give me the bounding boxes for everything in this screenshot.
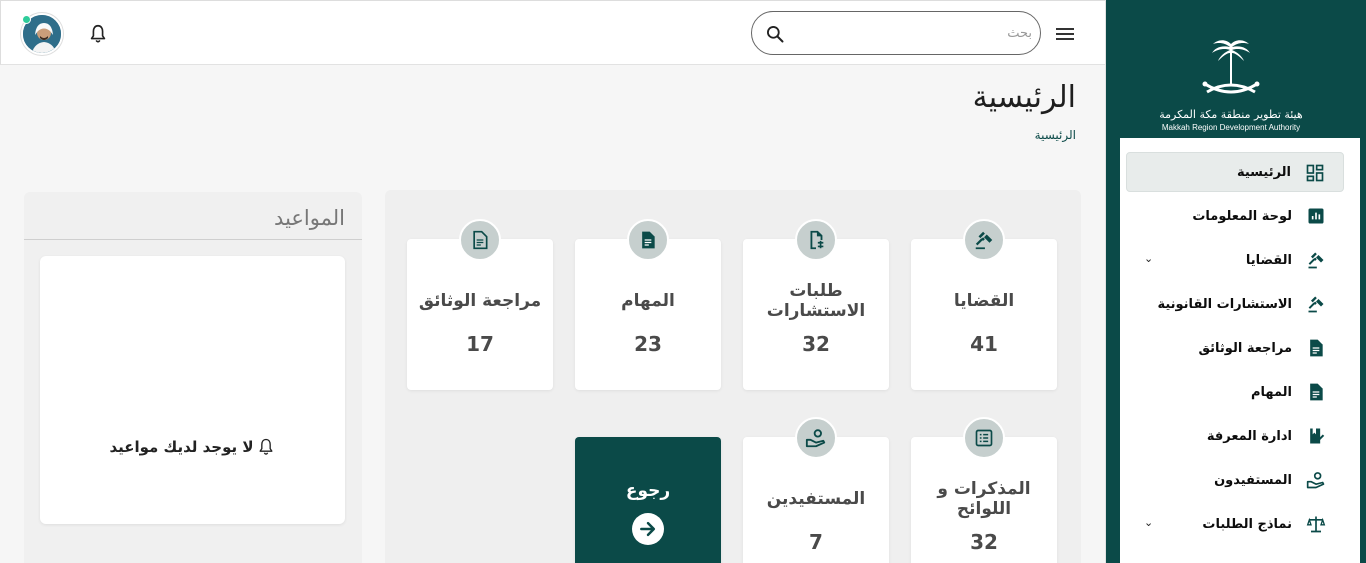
sidebar-item-request-forms[interactable]: نماذج الطلبات ⌄ — [1126, 504, 1344, 544]
sidebar-edge — [1106, 138, 1120, 563]
sidebar-item-knowledge-management[interactable]: ادارة المعرفة — [1126, 416, 1344, 456]
stat-card-beneficiaries[interactable]: المستفيدين 7 — [743, 417, 889, 563]
sidebar-item-legal-consultations[interactable]: الاستشارات القانونية — [1126, 284, 1344, 324]
stat-card-memos-regulations[interactable]: المذكرات و اللوائح 32 — [911, 417, 1057, 563]
sidebar-item-label: المهام — [1250, 384, 1292, 400]
empty-appointments-message: لا يوجد لديك مواعيد — [40, 436, 345, 462]
back-button[interactable]: رجوع — [575, 437, 721, 563]
empty-appointments-text: لا يوجد لديك مواعيد — [109, 438, 254, 456]
sidebar-item-document-review[interactable]: مراجعة الوثائق — [1126, 328, 1344, 368]
logo-text-arabic: هيئة تطوير منطقة مكة المكرمة — [1159, 108, 1303, 121]
sidebar-menu: الرئيسية لوحة المعلومات القضايا ⌄ الاستش… — [1126, 152, 1344, 548]
sidebar-item-label: القضايا — [1245, 252, 1292, 268]
appointments-panel: المواعيد لا يوجد لديك مواعيد — [24, 192, 362, 563]
sidebar-item-tasks[interactable]: المهام — [1126, 372, 1344, 412]
stats-panel: القضايا 41 طلبات الاستشارات 32 المهام 23… — [385, 190, 1081, 563]
dashboard-icon — [1306, 164, 1324, 182]
bell-icon — [259, 438, 273, 455]
user-hand-icon — [1306, 472, 1325, 489]
notification-bell-icon[interactable] — [87, 23, 109, 45]
file-request-icon — [795, 219, 837, 261]
stat-card-document-review[interactable]: مراجعة الوثائق 17 — [407, 219, 553, 390]
document-outline-icon — [459, 219, 501, 261]
back-button-label: رجوع — [625, 481, 671, 501]
search-icon[interactable] — [765, 24, 785, 44]
document-icon — [627, 219, 669, 261]
stat-card-cases[interactable]: القضايا 41 — [911, 219, 1057, 390]
stat-title: المستفيدين — [766, 489, 866, 509]
stat-value: 23 — [634, 332, 662, 356]
sidebar-item-dashboard[interactable]: لوحة المعلومات — [1126, 196, 1344, 236]
sidebar-item-label: لوحة المعلومات — [1192, 208, 1292, 224]
sidebar-item-cases[interactable]: القضايا ⌄ — [1126, 240, 1344, 280]
scale-icon — [1306, 516, 1326, 533]
palm-swords-icon — [1202, 40, 1260, 94]
appointments-title: المواعيد — [274, 206, 345, 230]
sidebar-item-label: الرئيسية — [1236, 164, 1291, 180]
stat-title: المذكرات و اللوائح — [937, 479, 1031, 519]
stat-title: طلبات الاستشارات — [766, 281, 866, 321]
stat-value: 17 — [466, 332, 494, 356]
sidebar-item-beneficiaries[interactable]: المستفيدون — [1126, 460, 1344, 500]
stat-title: المهام — [621, 291, 675, 311]
chevron-down-icon[interactable]: ⌄ — [1144, 516, 1153, 529]
divider — [24, 239, 362, 240]
sidebar-item-label: الاستشارات القانونية — [1157, 296, 1292, 312]
sidebar-item-label: مراجعة الوثائق — [1198, 340, 1292, 356]
chart-icon — [1308, 208, 1324, 224]
search-box[interactable] — [751, 11, 1041, 55]
book-check-icon — [1310, 428, 1325, 444]
stat-title: مراجعة الوثائق — [418, 291, 542, 311]
sidebar-item-label: نماذج الطلبات — [1202, 516, 1292, 532]
stat-title: القضايا — [953, 291, 1015, 311]
top-bar — [0, 0, 1105, 65]
logo-text-english: Makkah Region Development Authority — [1161, 123, 1301, 132]
sidebar-item-label: المستفيدون — [1214, 472, 1292, 488]
stat-value: 41 — [970, 332, 998, 356]
document-icon — [1310, 383, 1323, 401]
logo: هيئة تطوير منطقة مكة المكرمة Makkah Regi… — [1146, 34, 1316, 132]
document-icon — [1310, 339, 1323, 357]
scrollbar[interactable] — [1360, 0, 1366, 563]
stat-value: 32 — [802, 332, 830, 356]
stat-card-tasks[interactable]: المهام 23 — [575, 219, 721, 390]
gavel-icon — [963, 219, 1005, 261]
chevron-down-icon[interactable]: ⌄ — [1144, 252, 1153, 265]
appointments-card: لا يوجد لديك مواعيد — [40, 256, 345, 524]
user-hand-icon — [795, 417, 837, 459]
menu-toggle-icon[interactable] — [1054, 24, 1076, 44]
gavel-icon — [1308, 252, 1324, 269]
stat-value: 7 — [809, 530, 823, 554]
sidebar-item-label: ادارة المعرفة — [1206, 428, 1292, 444]
gavel-icon — [1308, 296, 1324, 313]
sidebar: هيئة تطوير منطقة مكة المكرمة Makkah Regi… — [1105, 0, 1366, 563]
search-input[interactable] — [796, 22, 1032, 44]
stat-value: 32 — [970, 530, 998, 554]
stat-card-consultation-requests[interactable]: طلبات الاستشارات 32 — [743, 219, 889, 390]
page-title: الرئيسية — [972, 80, 1076, 115]
arrow-right-icon — [632, 513, 664, 545]
sidebar-item-home[interactable]: الرئيسية — [1126, 152, 1344, 192]
online-status-dot — [22, 15, 31, 24]
list-icon — [963, 417, 1005, 459]
breadcrumb[interactable]: الرئيسية — [1035, 128, 1076, 142]
sidebar-header: هيئة تطوير منطقة مكة المكرمة Makkah Regi… — [1106, 0, 1366, 138]
